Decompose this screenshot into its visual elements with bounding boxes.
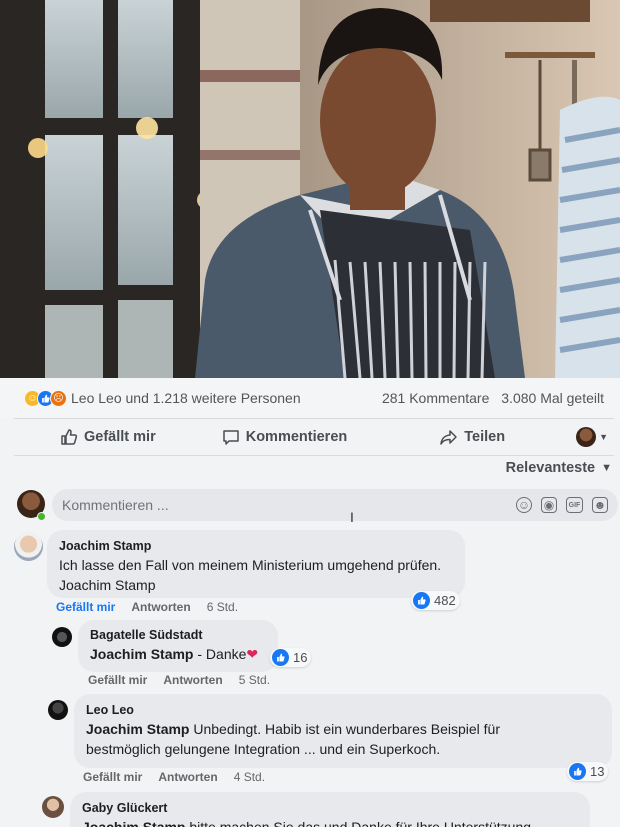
share-label: Teilen [464, 429, 506, 445]
reactions-summary[interactable]: ☺ ☹ Leo Leo und 1.218 weitere Personen 2… [0, 378, 620, 418]
comment-input[interactable]: Kommentieren ... ☺ ◉ GIF ☻ [52, 489, 618, 521]
comment-author[interactable]: Joachim Stamp [59, 537, 453, 555]
comment-text-line: Joachim Stamp [59, 577, 156, 593]
composer-tools: ☺ ◉ GIF ☻ [516, 497, 608, 513]
comment-like-link[interactable]: Gefällt mir [83, 770, 142, 784]
comment-bubble: Joachim Stamp Ich lasse den Fall von mei… [47, 530, 465, 598]
like-count: 13 [590, 764, 605, 779]
mention-link[interactable]: Joachim Stamp [82, 819, 185, 827]
like-label: Gefällt mir [84, 429, 156, 445]
comment-author[interactable]: Bagatelle Südstadt [90, 626, 266, 644]
comment-icon [222, 430, 239, 445]
comment-input-placeholder: Kommentieren ... [62, 497, 169, 513]
comment-timestamp[interactable]: 6 Std. [207, 600, 238, 614]
thumbs-up-icon [61, 429, 78, 445]
comment-label: Kommentieren [245, 429, 348, 445]
comment-bubble: Bagatelle Südstadt Joachim Stamp - Danke… [78, 620, 278, 672]
emoji-icon[interactable]: ☺ [516, 497, 532, 513]
post-counts: 281 Kommentare 3.080 Mal geteilt [374, 390, 604, 406]
like-badge-icon [413, 592, 430, 609]
comment-author[interactable]: Leo Leo [86, 701, 600, 719]
like-count: 16 [293, 650, 308, 665]
comment-like-count[interactable]: 16 [270, 648, 312, 667]
comment-meta: Gefällt mir Antworten 6 Std. [56, 600, 238, 614]
reaction-icons: ☺ ☹ [24, 389, 67, 407]
comment-timestamp[interactable]: 5 Std. [239, 673, 270, 687]
post-photo[interactable] [0, 0, 620, 378]
caret-down-icon: ▼ [599, 432, 608, 442]
like-count: 482 [434, 593, 456, 608]
comment-text: - Danke [193, 646, 247, 662]
comment-text-line: Ich lasse den Fall von meinem Ministeriu… [59, 557, 442, 573]
like-button[interactable]: Gefällt mir [60, 428, 156, 446]
comment-bubble: Leo Leo Joachim Stamp Unbedingt. Habib i… [74, 694, 612, 768]
avatar[interactable] [14, 532, 43, 561]
text-cursor-icon: I [350, 509, 354, 525]
comment-text-line: bestmöglich gelungene Integration ... un… [86, 741, 441, 757]
comment-reply-link[interactable]: Antworten [163, 673, 222, 687]
comment-like-count[interactable]: 482 [411, 591, 460, 610]
mention-link[interactable]: Joachim Stamp [86, 721, 189, 737]
like-badge-icon [569, 763, 586, 780]
comment-reply-link[interactable]: Antworten [131, 600, 190, 614]
comment-sort-dropdown[interactable]: Relevanteste ▼ [506, 460, 612, 476]
audience-selector[interactable]: ▼ [576, 427, 608, 447]
avatar[interactable] [42, 796, 64, 818]
comment-meta: Gefällt mir Antworten 4 Std. [83, 770, 265, 784]
avatar[interactable] [52, 627, 72, 647]
like-badge-icon [272, 649, 289, 666]
comments-count[interactable]: 281 Kommentare [382, 390, 489, 406]
comment-text: Unbedingt. Habib ist ein wunderbares Bei… [189, 721, 500, 737]
avatar[interactable] [48, 700, 68, 720]
post-photo-image [0, 0, 620, 378]
angry-reaction-icon: ☹ [50, 389, 67, 407]
share-icon [440, 430, 457, 445]
comment-button[interactable]: Kommentieren [222, 428, 348, 446]
comment-like-count[interactable]: 13 [567, 762, 609, 781]
profile-avatar-icon [576, 427, 597, 447]
camera-icon[interactable]: ◉ [541, 497, 557, 513]
post-actions: Gefällt mir Kommentieren Teilen ▼ [14, 418, 614, 456]
comment-author[interactable]: Gaby Glückert [82, 799, 578, 817]
gif-icon[interactable]: GIF [566, 497, 583, 513]
sort-label: Relevanteste [505, 460, 596, 476]
comment-like-link[interactable]: Gefällt mir [88, 673, 147, 687]
comment-like-link[interactable]: Gefällt mir [56, 600, 115, 614]
reactions-text[interactable]: Leo Leo und 1.218 weitere Personen [71, 390, 301, 406]
online-status-indicator [37, 512, 46, 521]
shares-count[interactable]: 3.080 Mal geteilt [501, 390, 604, 406]
comment-text: bitte machen Sie das und Danke für Ihre … [185, 819, 532, 827]
comment-bubble: Gaby Glückert Joachim Stamp bitte machen… [70, 792, 590, 827]
mention-link[interactable]: Joachim Stamp [90, 646, 193, 662]
sticker-icon[interactable]: ☻ [592, 497, 608, 513]
heart-emoji: ❤ [246, 646, 259, 662]
caret-down-icon: ▼ [601, 462, 612, 474]
share-button[interactable]: Teilen [439, 428, 505, 446]
comment-timestamp[interactable]: 4 Std. [234, 770, 265, 784]
comment-meta: Gefällt mir Antworten 5 Std. [88, 673, 270, 687]
comment-reply-link[interactable]: Antworten [158, 770, 217, 784]
